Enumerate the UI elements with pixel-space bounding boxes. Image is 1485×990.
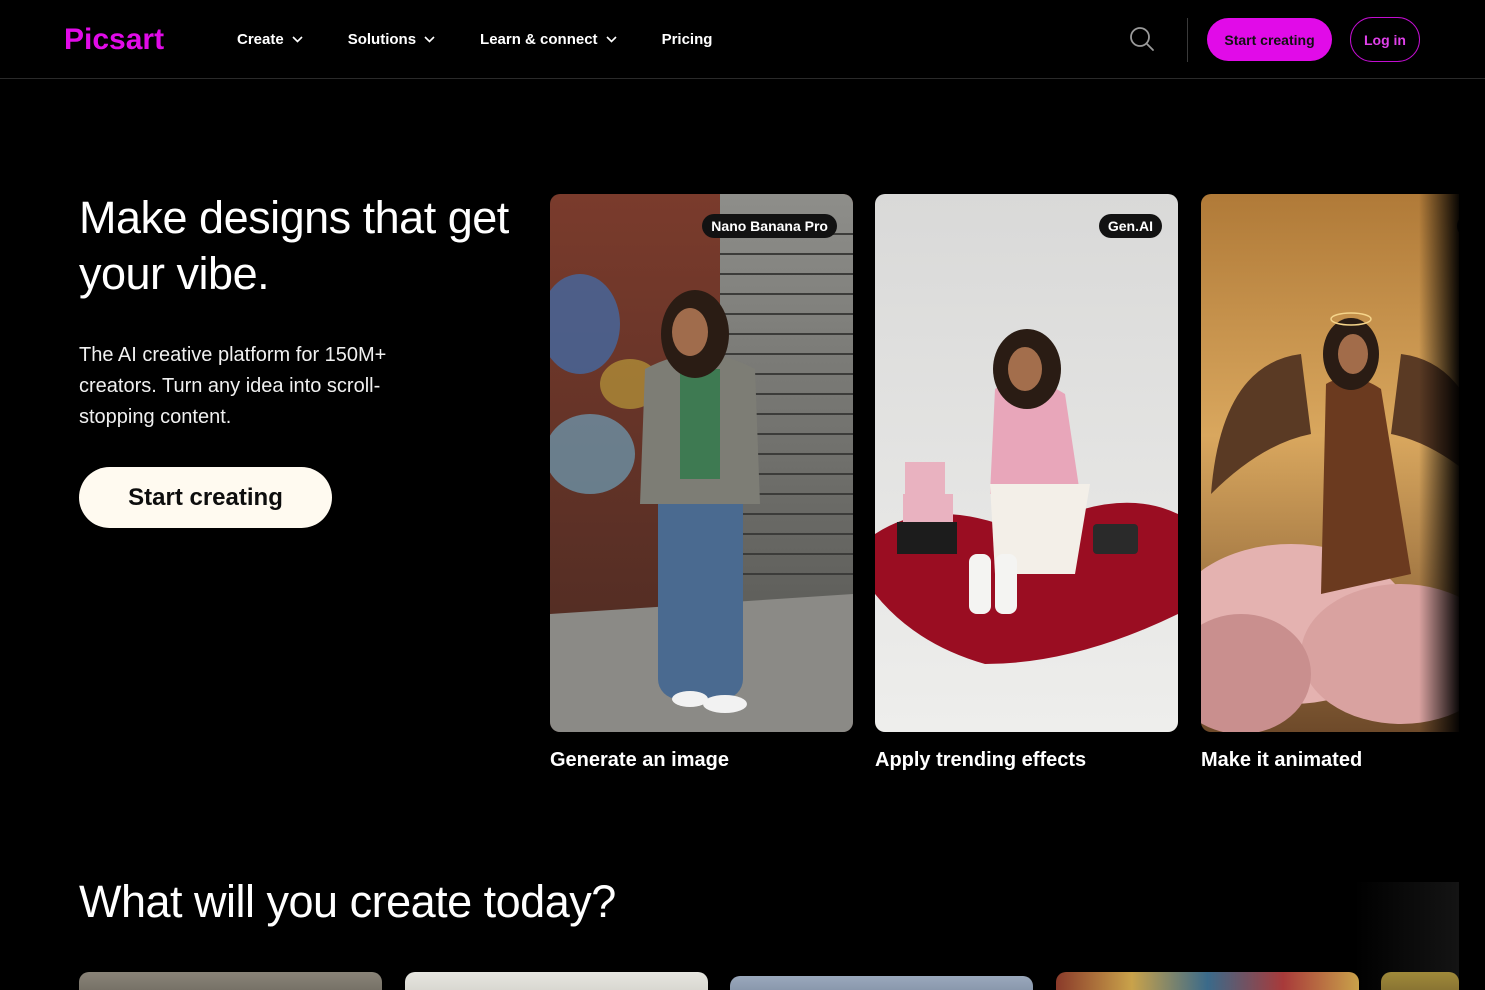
nav-divider (1187, 18, 1188, 62)
studio-photo-image (875, 194, 1178, 732)
section-title: What will you create today? (79, 876, 616, 927)
model-badge: Gen.AI (1098, 214, 1162, 238)
login-button[interactable]: Log in (1350, 17, 1420, 62)
chevron-down-icon (424, 36, 435, 43)
nav-pricing[interactable]: Pricing (662, 31, 713, 48)
chevron-down-icon (605, 36, 617, 43)
create-option-card[interactable] (405, 972, 708, 990)
hero-title: Make designs that get your vibe. (79, 192, 509, 299)
card-image: Nano Banana Pro (550, 194, 853, 732)
angel-photo-image (1201, 194, 1459, 732)
hero-start-creating-button[interactable]: Start creating (79, 467, 332, 528)
feature-carousel: Nano Banana Pro Generate an image Gen.AI… (550, 194, 1459, 779)
card-image: Gen.AI (875, 194, 1178, 732)
chevron-down-icon (292, 36, 303, 43)
card-caption: Apply trending effects (875, 749, 1087, 771)
create-options-row (79, 972, 1459, 990)
card-generate-image[interactable]: Nano Banana Pro Generate an image (550, 194, 853, 772)
start-creating-button[interactable]: Start creating (1207, 18, 1332, 61)
create-option-card[interactable] (79, 972, 382, 990)
create-option-card[interactable] (1381, 972, 1459, 990)
create-option-card[interactable] (730, 976, 1033, 990)
model-badge: Nano Banana Pro (702, 214, 837, 238)
top-nav: Picsart Create Solutions Learn & connect… (0, 0, 1485, 79)
card-caption: Generate an image (550, 749, 729, 771)
picsart-logo[interactable]: Picsart (64, 22, 182, 56)
nav-solutions-label: Solutions (347, 31, 417, 48)
card-make-animated[interactable]: Vi Make it animated (1201, 194, 1459, 772)
street-photo-image (550, 194, 853, 732)
nav-pricing-label: Pricing (661, 31, 713, 48)
nav-create[interactable]: Create (237, 31, 303, 48)
search-icon[interactable] (1129, 26, 1155, 52)
nav-learn-connect-label: Learn & connect (480, 31, 598, 48)
card-image: Vi (1201, 194, 1459, 732)
hero-subtitle: The AI creative platform for 150M+ creat… (79, 344, 387, 428)
nav-solutions[interactable]: Solutions (348, 31, 435, 48)
main-nav: Create Solutions Learn & connect Pricing (237, 0, 712, 79)
card-caption: Make it animated (1201, 749, 1363, 771)
create-option-card[interactable] (1056, 972, 1359, 990)
svg-text:Picsart: Picsart (64, 23, 164, 56)
nav-create-label: Create (237, 31, 284, 48)
card-trending-effects[interactable]: Gen.AI Apply trending effects (875, 194, 1178, 772)
nav-learn-connect[interactable]: Learn & connect (480, 31, 617, 48)
